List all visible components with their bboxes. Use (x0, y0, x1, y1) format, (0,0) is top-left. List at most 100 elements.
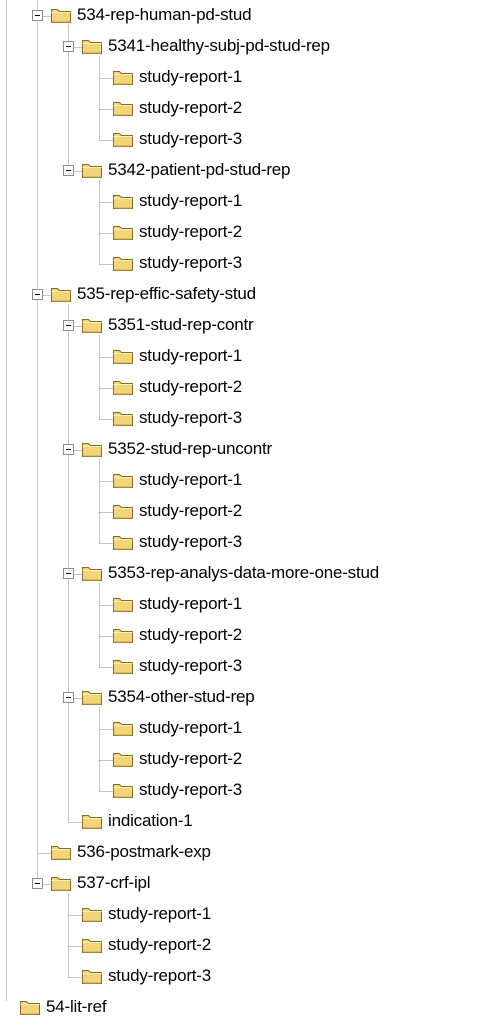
folder-icon (112, 378, 134, 396)
folder-icon (50, 6, 72, 24)
tree-node-label: study-report-1 (108, 904, 212, 923)
tree-node-5341-healthy-subj-pd-stud-rep[interactable]: 5341-healthy-subj-pd-stud-rep (0, 31, 491, 62)
tree-node-label: 5351-stud-rep-contr (108, 315, 254, 334)
folder-icon (112, 533, 134, 551)
collapse-toggle-icon[interactable] (63, 320, 74, 331)
tree-node-54-lit-ref[interactable]: 54-lit-ref (0, 992, 491, 1023)
folder-icon (112, 347, 134, 365)
tree-node-study-report-1[interactable]: study-report-1 (0, 186, 491, 217)
tree-node-study-report-3[interactable]: study-report-3 (0, 527, 491, 558)
tree-node-study-report-2[interactable]: study-report-2 (0, 496, 491, 527)
tree-node-label: study-report-3 (139, 408, 243, 427)
tree-node-label: study-report-2 (139, 501, 243, 520)
tree-node-label: 5342-patient-pd-stud-rep (108, 160, 291, 179)
tree-node-study-report-2[interactable]: study-report-2 (0, 620, 491, 651)
folder-icon (112, 192, 134, 210)
tree-node-label: study-report-2 (139, 222, 243, 241)
tree-node-label: study-report-1 (139, 594, 243, 613)
tree-node-label: 537-crf-ipl (77, 873, 151, 892)
tree-node-5352-stud-rep-uncontr[interactable]: 5352-stud-rep-uncontr (0, 434, 491, 465)
tree-node-study-report-2[interactable]: study-report-2 (0, 744, 491, 775)
tree-node-study-report-3[interactable]: study-report-3 (0, 124, 491, 155)
folder-icon (112, 254, 134, 272)
folder-icon (81, 936, 103, 954)
folder-icon (112, 130, 134, 148)
tree-node-study-report-3[interactable]: study-report-3 (0, 248, 491, 279)
tree-node-study-report-3[interactable]: study-report-3 (0, 961, 491, 992)
folder-icon (112, 68, 134, 86)
tree-node-537-crf-ipl[interactable]: 537-crf-ipl (0, 868, 491, 899)
tree-node-label: 535-rep-effic-safety-stud (77, 284, 256, 303)
tree-node-label: study-report-1 (139, 718, 243, 737)
tree-node-indication-1[interactable]: indication-1 (0, 806, 491, 837)
folder-tree: 534-rep-human-pd-stud 5341-healthy-subj-p… (0, 0, 491, 1016)
folder-icon (112, 471, 134, 489)
folder-icon (112, 719, 134, 737)
tree-node-5354-other-stud-rep[interactable]: 5354-other-stud-rep (0, 682, 491, 713)
tree-node-536-postmark-exp[interactable]: 536-postmark-exp (0, 837, 491, 868)
tree-node-label: 534-rep-human-pd-stud (77, 5, 252, 24)
tree-node-label: 5352-stud-rep-uncontr (108, 439, 273, 458)
tree-node-study-report-2[interactable]: study-report-2 (0, 930, 491, 961)
tree-node-label: study-report-3 (139, 656, 243, 675)
collapse-toggle-icon[interactable] (32, 10, 43, 21)
tree-node-study-report-1[interactable]: study-report-1 (0, 465, 491, 496)
folder-icon (112, 750, 134, 768)
tree-node-study-report-3[interactable]: study-report-3 (0, 403, 491, 434)
folder-icon (81, 440, 103, 458)
folder-icon (81, 688, 103, 706)
tree-node-label: study-report-3 (139, 253, 243, 272)
folder-icon (81, 564, 103, 582)
tree-node-label: study-report-1 (139, 191, 243, 210)
tree-node-study-report-2[interactable]: study-report-2 (0, 372, 491, 403)
tree-node-5353-rep-analys-data-more-one-stud[interactable]: 5353-rep-analys-data-more-one-stud (0, 558, 491, 589)
folder-icon (112, 502, 134, 520)
tree-node-label: study-report-3 (108, 966, 212, 985)
tree-node-label: study-report-2 (139, 625, 243, 644)
collapse-toggle-icon[interactable] (32, 289, 43, 300)
folder-icon (112, 409, 134, 427)
folder-icon (81, 967, 103, 985)
collapse-toggle-icon[interactable] (32, 878, 43, 889)
collapse-toggle-icon[interactable] (63, 41, 74, 52)
tree-node-label: study-report-3 (139, 532, 243, 551)
tree-node-label: 5353-rep-analys-data-more-one-stud (108, 563, 380, 582)
collapse-toggle-icon[interactable] (63, 165, 74, 176)
tree-node-5342-patient-pd-stud-rep[interactable]: 5342-patient-pd-stud-rep (0, 155, 491, 186)
tree-node-label: study-report-2 (108, 935, 212, 954)
tree-node-label: study-report-2 (139, 98, 243, 117)
folder-icon (81, 905, 103, 923)
tree-node-534-rep-human-pd-stud[interactable]: 534-rep-human-pd-stud (0, 0, 491, 31)
tree-node-label: study-report-3 (139, 129, 243, 148)
tree-node-535-rep-effic-safety-stud[interactable]: 535-rep-effic-safety-stud (0, 279, 491, 310)
tree-node-study-report-1[interactable]: study-report-1 (0, 341, 491, 372)
collapse-toggle-icon[interactable] (63, 692, 74, 703)
tree-node-study-report-3[interactable]: study-report-3 (0, 775, 491, 806)
tree-node-study-report-3[interactable]: study-report-3 (0, 651, 491, 682)
tree-node-label: study-report-2 (139, 377, 243, 396)
tree-node-label: study-report-1 (139, 67, 243, 86)
folder-icon (112, 657, 134, 675)
folder-icon (50, 285, 72, 303)
tree-node-5351-stud-rep-contr[interactable]: 5351-stud-rep-contr (0, 310, 491, 341)
folder-icon (50, 874, 72, 892)
tree-node-label: indication-1 (108, 811, 193, 830)
tree-node-label: 5341-healthy-subj-pd-stud-rep (108, 36, 330, 55)
collapse-toggle-icon[interactable] (63, 444, 74, 455)
folder-icon (50, 843, 72, 861)
folder-icon (81, 812, 103, 830)
collapse-toggle-icon[interactable] (63, 568, 74, 579)
folder-icon (112, 781, 134, 799)
tree-node-study-report-1[interactable]: study-report-1 (0, 589, 491, 620)
tree-node-study-report-2[interactable]: study-report-2 (0, 93, 491, 124)
folder-icon (112, 595, 134, 613)
tree-node-study-report-1[interactable]: study-report-1 (0, 899, 491, 930)
folder-icon (112, 626, 134, 644)
tree-node-study-report-1[interactable]: study-report-1 (0, 713, 491, 744)
tree-node-study-report-1[interactable]: study-report-1 (0, 62, 491, 93)
tree-node-study-report-2[interactable]: study-report-2 (0, 217, 491, 248)
folder-icon (81, 316, 103, 334)
tree-node-label: study-report-3 (139, 780, 243, 799)
folder-icon (81, 37, 103, 55)
tree-node-label: 536-postmark-exp (77, 842, 211, 861)
